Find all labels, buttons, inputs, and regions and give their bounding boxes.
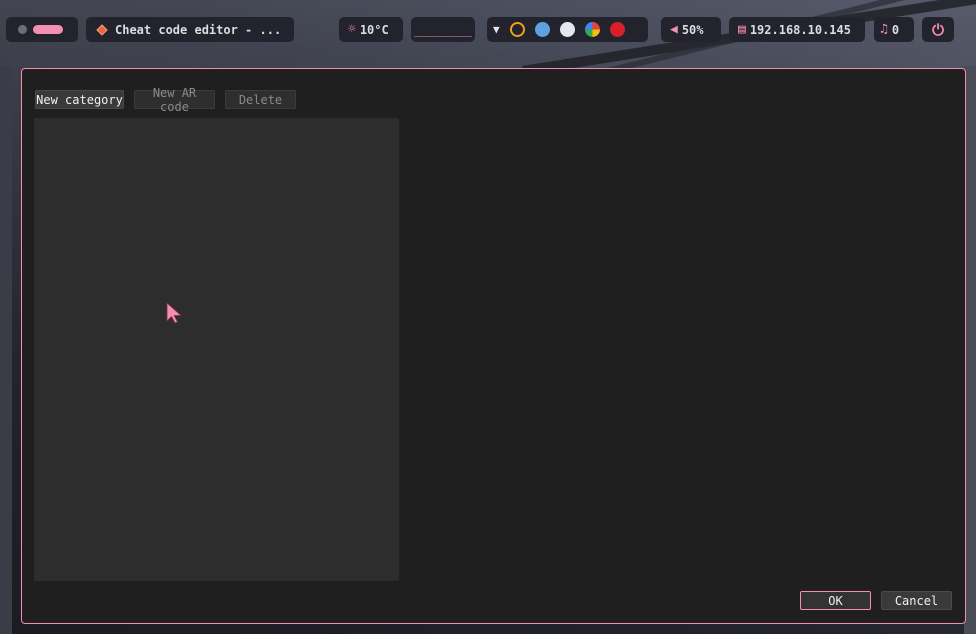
- cancel-button[interactable]: Cancel: [881, 591, 952, 610]
- bell-icon: ♫: [880, 22, 888, 37]
- code-tree-view[interactable]: [34, 118, 399, 581]
- power-icon: ⏻: [932, 20, 944, 39]
- cheat-code-editor-dialog: New category New AR code Delete OK Cance…: [21, 68, 966, 624]
- background-window-edge: [0, 66, 12, 634]
- record-icon[interactable]: [609, 22, 625, 37]
- notifications-widget[interactable]: ♫ 0: [874, 17, 914, 42]
- workspace-indicator[interactable]: [6, 17, 78, 42]
- new-ar-code-button[interactable]: New AR code: [134, 86, 215, 114]
- system-tray: ▼: [487, 17, 648, 42]
- delete-button[interactable]: Delete: [225, 90, 296, 109]
- weather-widget[interactable]: ☼ 10°C: [339, 17, 403, 42]
- sun-icon: ☼: [348, 22, 356, 37]
- status-bar: Cheat code editor - ... ☼ 10°C ________ …: [0, 0, 976, 58]
- network-widget[interactable]: ▤ 192.168.10.145: [729, 17, 865, 42]
- new-category-button[interactable]: New category: [35, 90, 124, 109]
- app-icon: [96, 23, 108, 36]
- ethernet-icon: ▤: [738, 22, 746, 37]
- chat-app-icon[interactable]: [534, 22, 550, 37]
- tray-toggle-icon[interactable]: ▼: [493, 23, 500, 36]
- workspace-dot[interactable]: [18, 25, 27, 34]
- notification-count: 0: [891, 22, 900, 37]
- window-title-widget[interactable]: Cheat code editor - ...: [86, 17, 294, 42]
- mouse-cursor-icon: [166, 302, 183, 324]
- volume-level: 50%: [681, 22, 704, 37]
- speaker-icon: ◀: [670, 22, 678, 37]
- media-widget[interactable]: ________: [411, 17, 475, 42]
- weather-temp: 10°C: [359, 22, 389, 37]
- window-title: Cheat code editor - ...: [115, 22, 282, 37]
- power-button[interactable]: ⏻: [922, 17, 954, 42]
- browser-icon[interactable]: [584, 22, 600, 37]
- discord-icon[interactable]: [559, 22, 575, 37]
- workspace-active[interactable]: [33, 25, 63, 34]
- volume-widget[interactable]: ◀ 50%: [661, 17, 721, 42]
- ok-button[interactable]: OK: [800, 591, 871, 610]
- ip-address: 192.168.10.145: [749, 22, 851, 37]
- search-app-icon[interactable]: [509, 22, 525, 37]
- media-text: ________: [414, 22, 472, 37]
